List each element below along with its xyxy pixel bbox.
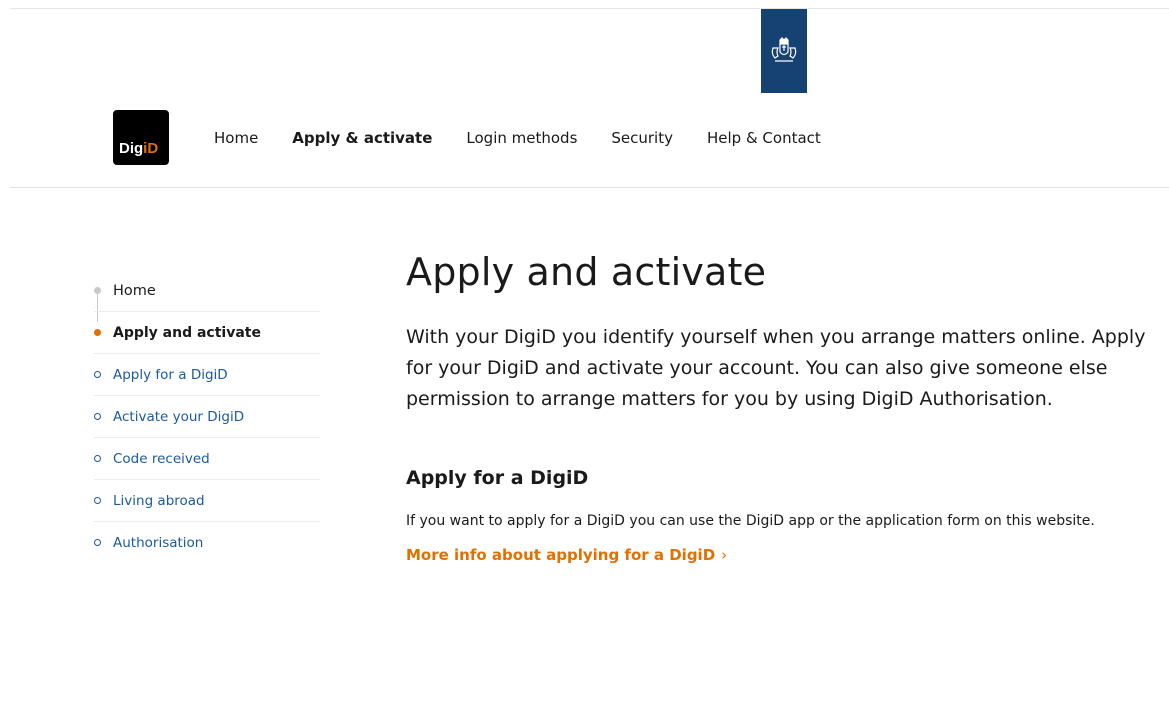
digid-logo[interactable]: Dig iD: [113, 110, 169, 165]
ring-bullet-icon: [94, 413, 101, 420]
sidebar-item-label: Apply and activate: [113, 324, 261, 341]
sidebar-item-code-received[interactable]: Code received: [94, 438, 320, 480]
section-body: If you want to apply for a DigiD you can…: [406, 513, 1095, 529]
page-title: Apply and activate: [406, 250, 767, 294]
nav-home[interactable]: Home: [214, 129, 258, 147]
sidebar-item-living-abroad[interactable]: Living abroad: [94, 480, 320, 522]
main-nav: Home Apply & activate Login methods Secu…: [214, 129, 855, 147]
sidebar-item-label: Living abroad: [113, 492, 205, 509]
sidebar-item-label: Activate your DigiD: [113, 408, 245, 425]
chevron-right-icon: ›: [721, 546, 728, 564]
main-content: Apply and activate With your DigiD you i…: [406, 250, 1166, 565]
nav-apply-activate[interactable]: Apply & activate: [292, 129, 432, 147]
sidebar-nav: Home Apply and activate Apply for a Digi…: [94, 270, 320, 563]
sidebar-item-label: Authorisation: [113, 534, 204, 551]
ring-bullet-icon: [94, 455, 101, 462]
nav-help-contact[interactable]: Help & Contact: [707, 129, 821, 147]
sidebar-item-label: Apply for a DigiD: [113, 366, 228, 383]
more-info-link[interactable]: More info about applying for a DigiD ›: [406, 546, 727, 564]
nav-security[interactable]: Security: [611, 129, 673, 147]
top-divider: [10, 8, 1169, 9]
active-bullet-icon: [94, 329, 101, 336]
logo-text-white: Dig: [119, 140, 144, 157]
nav-login-methods[interactable]: Login methods: [466, 129, 577, 147]
site-header: Dig iD Home Apply & activate Login method…: [0, 95, 1169, 187]
government-crest-logo[interactable]: [761, 9, 807, 93]
sidebar-item-authorisation[interactable]: Authorisation: [94, 522, 320, 563]
sidebar-item-apply-and-activate[interactable]: Apply and activate: [94, 312, 320, 354]
ring-bullet-icon: [94, 371, 101, 378]
sidebar-item-label: Home: [113, 282, 156, 299]
bullet-icon: [94, 287, 101, 294]
sidebar-item-apply-for-digid[interactable]: Apply for a DigiD: [94, 354, 320, 396]
sidebar-item-home[interactable]: Home: [94, 270, 320, 312]
coat-of-arms-icon: [771, 37, 797, 62]
ring-bullet-icon: [94, 497, 101, 504]
header-divider: [10, 187, 1169, 188]
logo-text-orange: iD: [143, 140, 159, 157]
intro-paragraph: With your DigiD you identify yourself wh…: [406, 326, 1146, 410]
ring-bullet-icon: [94, 539, 101, 546]
sidebar-item-activate-digid[interactable]: Activate your DigiD: [94, 396, 320, 438]
section-title: Apply for a DigiD: [406, 467, 589, 489]
more-info-link-label: More info about applying for a DigiD: [406, 546, 716, 564]
sidebar-item-label: Code received: [113, 450, 210, 467]
